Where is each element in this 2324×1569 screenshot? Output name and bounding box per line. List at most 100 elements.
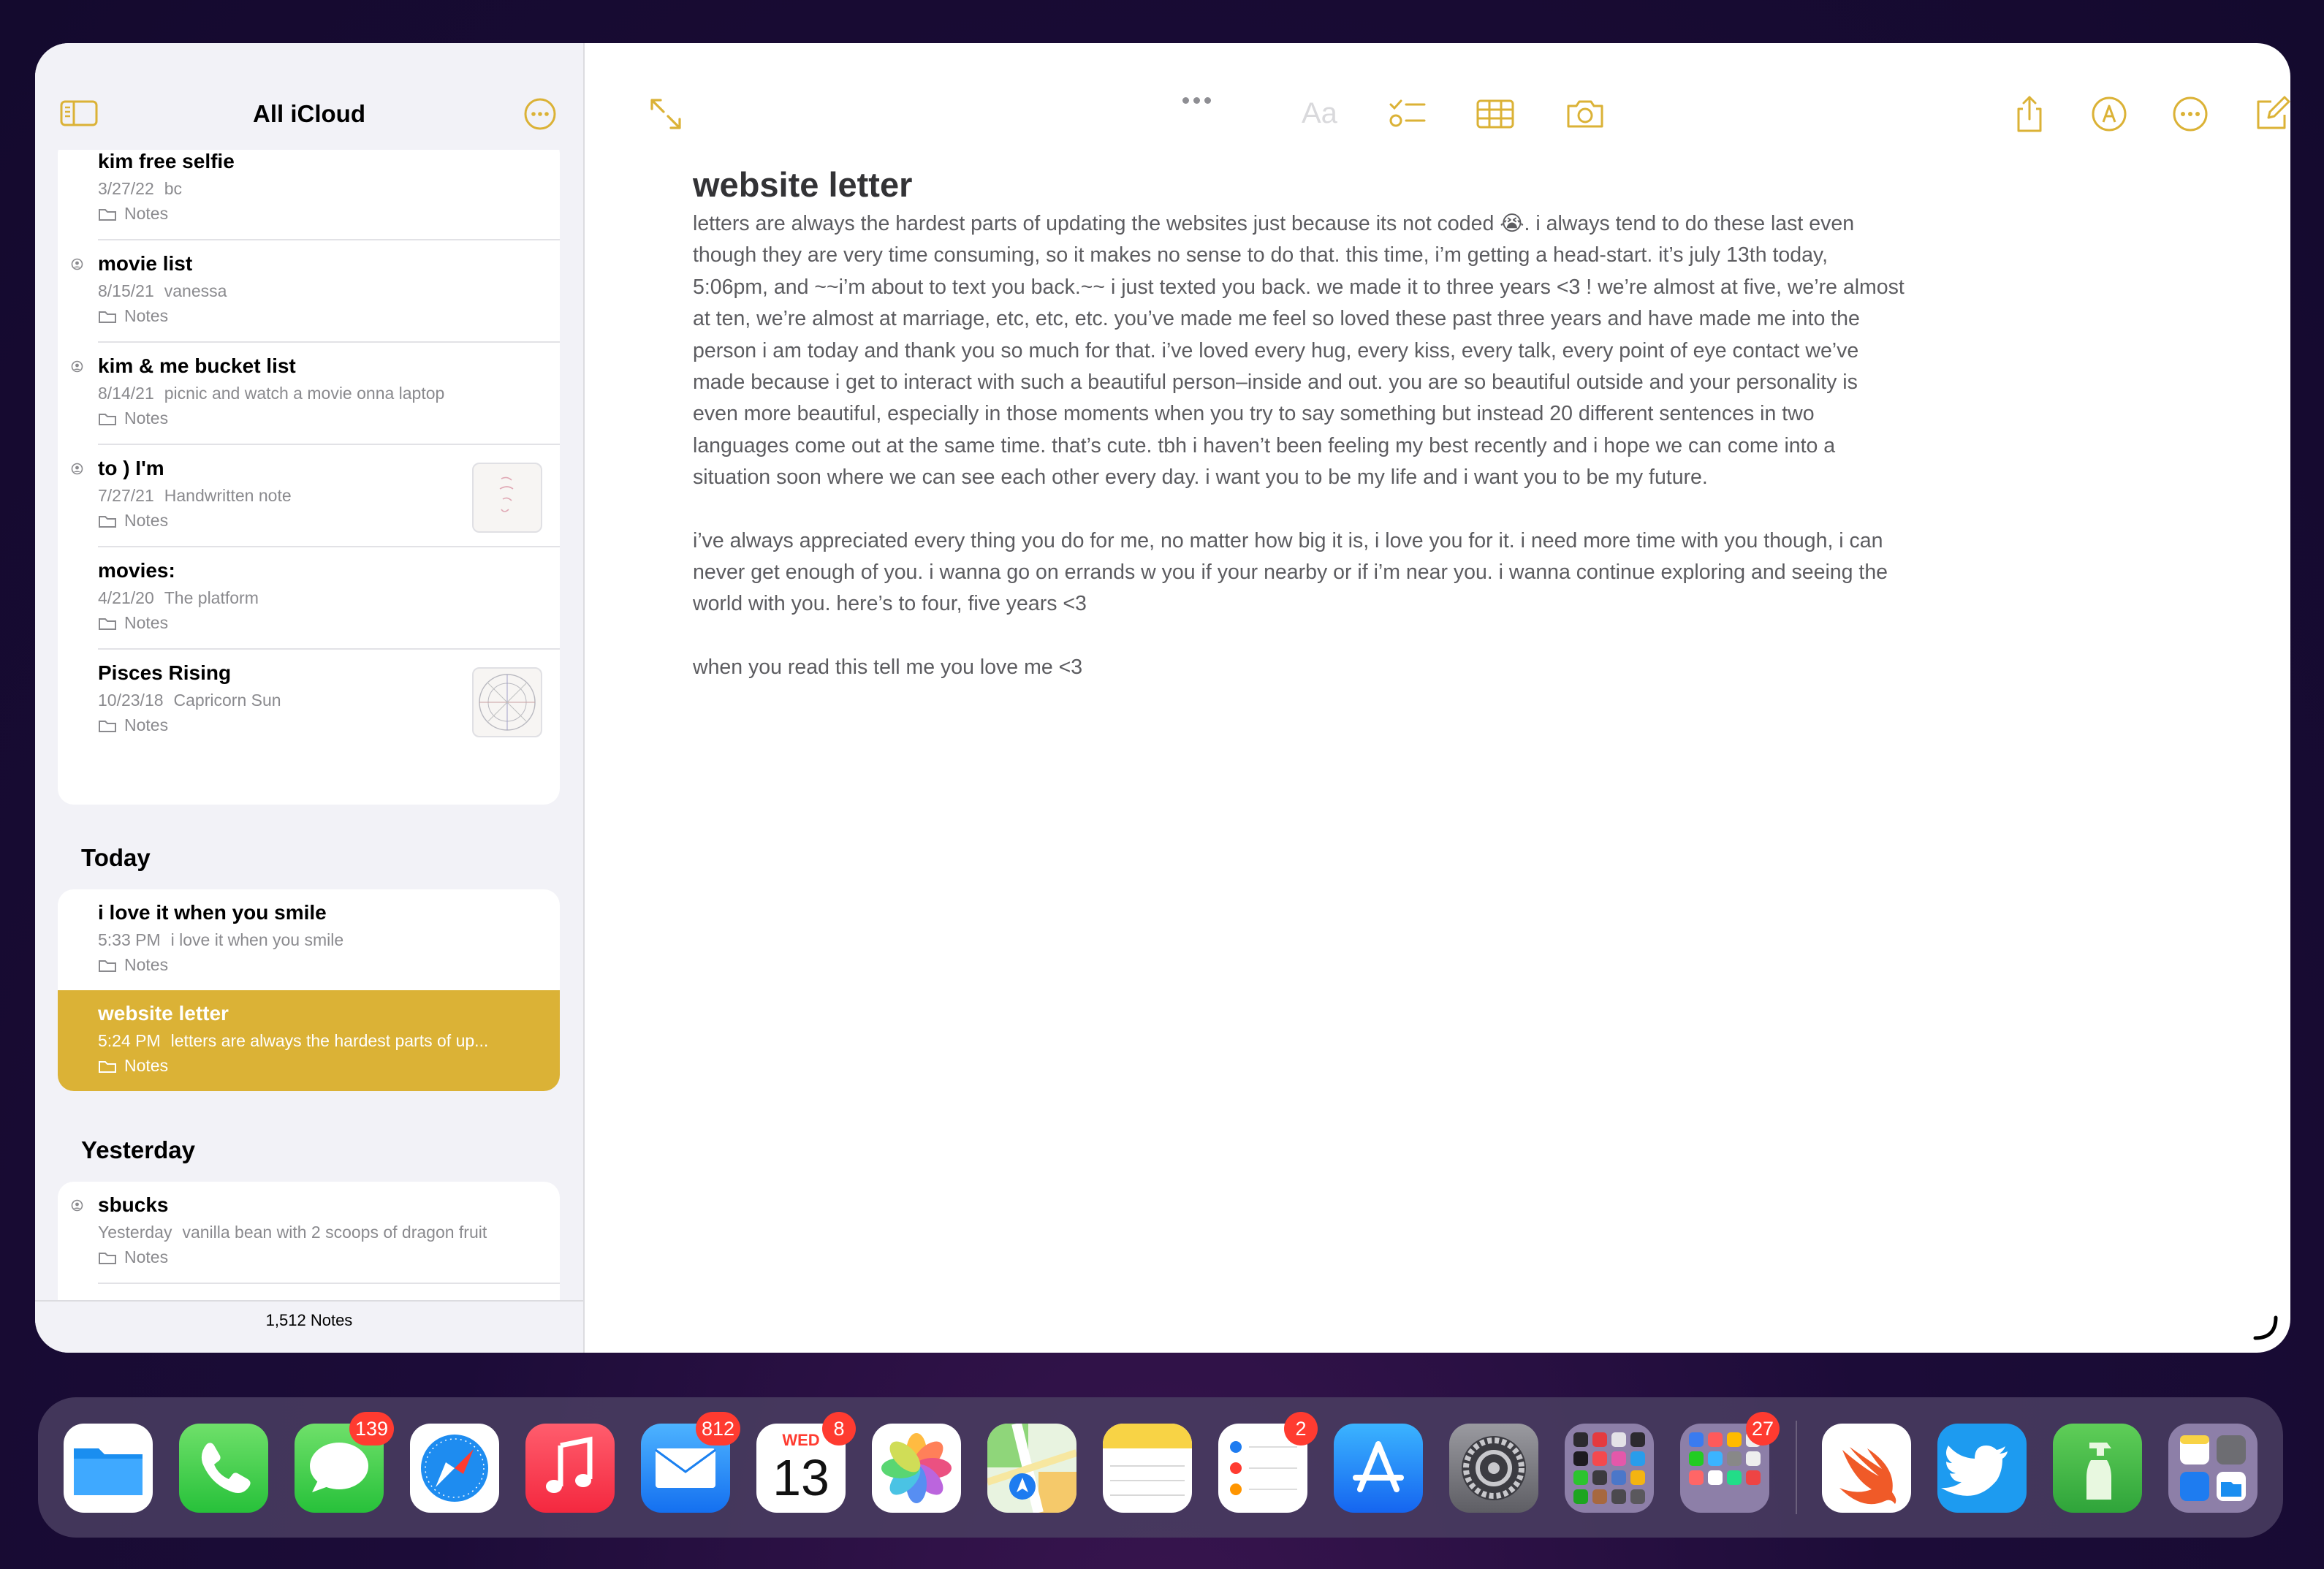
- notes-sidebar: All iCloud kim free selfie 3/27/22 bc Not…: [35, 43, 585, 1353]
- dock-app-settings[interactable]: [1449, 1424, 1538, 1513]
- dock-app-swift-playgrounds[interactable]: [1822, 1424, 1911, 1513]
- notes-count: 1,512 Notes: [35, 1300, 583, 1353]
- shared-note-icon: [71, 360, 83, 373]
- dock-app-twitter[interactable]: [1937, 1424, 2027, 1513]
- sidebar-header: All iCloud: [35, 43, 583, 150]
- dock-app-safari[interactable]: [410, 1424, 499, 1513]
- dock-app-calendar[interactable]: WED 13 8: [756, 1412, 856, 1513]
- folder-icon: [99, 311, 116, 323]
- note-title: kim & me bucket list: [98, 354, 296, 377]
- files-icon: [64, 1424, 153, 1513]
- list-item[interactable]: movie list 8/15/21 vanessa Notes: [58, 240, 560, 343]
- dock-app-files[interactable]: [64, 1424, 153, 1513]
- format-button[interactable]: Aa: [1302, 97, 1337, 130]
- folder-icon: [99, 515, 116, 528]
- list-item[interactable]: sbucks Yesterday vanilla bean with 2 scoo…: [58, 1182, 560, 1284]
- app-folder-icon: [1565, 1424, 1654, 1513]
- note-folder: Notes: [98, 715, 168, 735]
- expand-arrows-icon: [650, 99, 681, 129]
- dock-app-app-store[interactable]: [1334, 1424, 1423, 1513]
- list-item[interactable]: i love it when you smile 5:33 PM i love i…: [58, 889, 560, 992]
- table-icon: [1476, 99, 1514, 129]
- dock-app-mail[interactable]: 812: [641, 1412, 740, 1513]
- list-item[interactable]: movies: 4/21/20 The platform Notes: [58, 547, 560, 650]
- fullscreen-button[interactable]: [646, 94, 686, 134]
- note-folder: Notes: [98, 306, 168, 326]
- folder-icon: [99, 1060, 116, 1073]
- share-icon: [2017, 96, 2042, 132]
- shared-note-icon: [71, 463, 83, 475]
- checklist-button[interactable]: [1388, 94, 1427, 134]
- note-title: to ) I'm: [98, 457, 164, 479]
- phone-icon: [179, 1424, 268, 1513]
- compose-icon: [2257, 96, 2290, 129]
- folder-icon: [99, 413, 116, 425]
- settings-gear-icon: [1449, 1424, 1538, 1513]
- markup-pen-icon: [2092, 96, 2127, 132]
- notification-badge: 812: [695, 1412, 740, 1445]
- notes-app-icon: [1103, 1424, 1192, 1513]
- maps-icon: [987, 1424, 1076, 1513]
- dock-app-cleaner[interactable]: [2053, 1424, 2142, 1513]
- notification-badge: 8: [822, 1412, 856, 1445]
- folder-icon: [99, 960, 116, 972]
- markup-button[interactable]: [2089, 94, 2129, 134]
- note-title: sbucks: [98, 1193, 169, 1216]
- dock-app-phone[interactable]: [179, 1424, 268, 1513]
- resize-corner-icon[interactable]: [2251, 1313, 2280, 1342]
- note-title-heading[interactable]: website letter: [693, 164, 912, 205]
- list-item[interactable]: to ) I'm 7/27/21 Handwritten note Notes: [58, 445, 560, 547]
- shared-note-icon: [71, 1199, 83, 1212]
- list-item[interactable]: kim free selfie 3/27/22 bc Notes: [58, 150, 560, 240]
- checklist-icon: [1389, 99, 1426, 127]
- dock-app-library[interactable]: [2168, 1424, 2257, 1513]
- more-button[interactable]: [2171, 94, 2210, 134]
- dock-app-messages[interactable]: 139: [295, 1412, 394, 1513]
- camera-button[interactable]: [1565, 94, 1605, 134]
- calendar-date: 13: [772, 1449, 829, 1506]
- note-title: i love it when you smile: [98, 901, 327, 924]
- notes-list[interactable]: kim free selfie 3/27/22 bc Notes movie li…: [35, 150, 583, 1300]
- compose-button[interactable]: [2252, 94, 2290, 134]
- table-button[interactable]: [1476, 94, 1515, 134]
- note-folder: Notes: [98, 204, 168, 224]
- note-paragraph: when you read this tell me you love me <…: [693, 655, 1083, 679]
- dock: 139 812 WED 13 8 2 27: [38, 1397, 2283, 1538]
- handwriting-thumbnail: [472, 463, 542, 533]
- notification-badge: 139: [349, 1412, 394, 1445]
- safari-compass-icon: [410, 1424, 499, 1513]
- list-item[interactable]: kim & me bucket list 8/14/21 picnic and w…: [58, 343, 560, 445]
- note-meta: 5:24 PM letters are always the hardest pa…: [98, 1031, 489, 1050]
- note-folder: Notes: [98, 409, 168, 428]
- dock-folder-2[interactable]: 27: [1680, 1412, 1780, 1513]
- note-meta: 3/27/22 bc: [98, 179, 183, 198]
- more-options-icon[interactable]: [523, 97, 557, 131]
- note-meta: Yesterday vanilla bean with 2 scoops of d…: [98, 1223, 487, 1242]
- shared-note-icon: [71, 258, 83, 270]
- notes-group-card: i love it when you smile 5:33 PM i love i…: [58, 889, 560, 1091]
- camera-icon: [1567, 100, 1603, 128]
- dock-folder-1[interactable]: [1565, 1424, 1654, 1513]
- dock-app-photos[interactable]: [872, 1424, 961, 1513]
- dock-app-reminders[interactable]: 2: [1218, 1412, 1318, 1513]
- list-item-selected[interactable]: website letter 5:24 PM letters are always…: [58, 990, 560, 1091]
- dock-app-music[interactable]: [525, 1424, 615, 1513]
- note-title: kim free selfie: [98, 150, 235, 172]
- note-editor: Aa website letter letters are always the…: [585, 43, 2290, 1353]
- dock-app-notes[interactable]: [1103, 1424, 1192, 1513]
- note-title: website letter: [98, 1002, 229, 1025]
- app-store-icon: [1334, 1424, 1423, 1513]
- twitter-bird-icon: [1937, 1424, 2027, 1513]
- note-folder: Notes: [98, 613, 168, 633]
- note-folder: Notes: [98, 511, 168, 531]
- note-body[interactable]: letters are always the hardest parts of …: [693, 208, 1906, 715]
- ellipsis-circle-icon: [2173, 96, 2208, 132]
- notes-group-card: kim free selfie 3/27/22 bc Notes movie li…: [58, 150, 560, 805]
- list-item[interactable]: Pisces Rising 10/23/18 Capricorn Sun Note…: [58, 650, 560, 752]
- dock-app-maps[interactable]: [987, 1424, 1076, 1513]
- note-meta: 5:33 PM i love it when you smile: [98, 930, 344, 949]
- share-button[interactable]: [2010, 94, 2049, 134]
- note-folder: Notes: [98, 1056, 168, 1076]
- note-meta: 8/15/21 vanessa: [98, 281, 227, 300]
- section-header-yesterday: Yesterday: [81, 1136, 195, 1163]
